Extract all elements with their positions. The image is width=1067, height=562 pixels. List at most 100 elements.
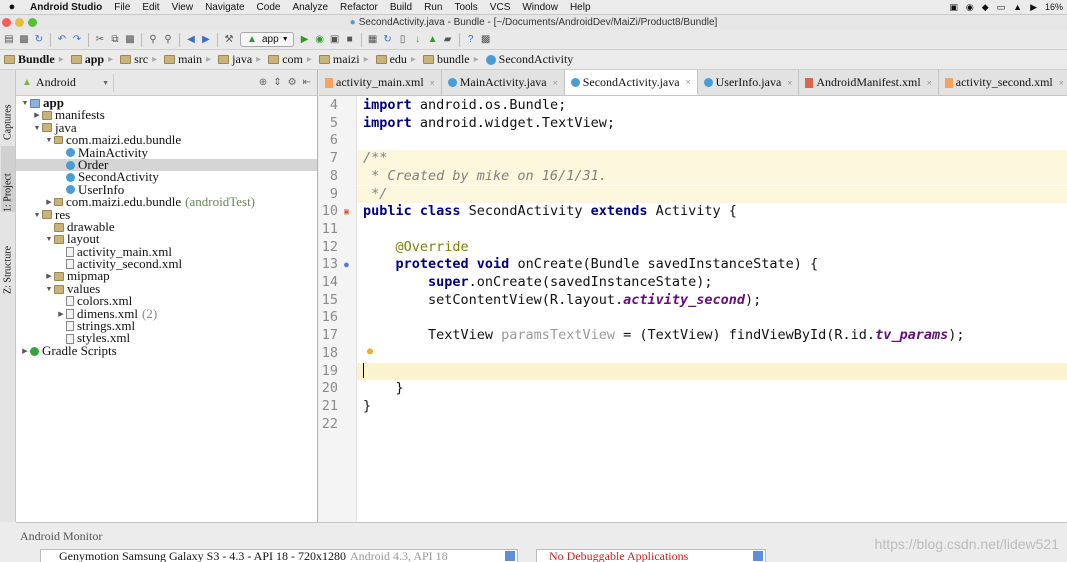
chevron-down-icon[interactable]: ▼: [32, 122, 42, 134]
close-icon[interactable]: ×: [787, 78, 792, 88]
tree-item[interactable]: Order: [16, 158, 317, 172]
hide-panel-icon[interactable]: ⇤: [303, 77, 311, 88]
breadcrumb-item-com[interactable]: com ▸: [264, 52, 315, 67]
sync-icon[interactable]: ↻: [32, 33, 46, 47]
menu-app-name[interactable]: Android Studio: [24, 2, 108, 13]
menu-help[interactable]: Help: [564, 2, 597, 13]
menu-navigate[interactable]: Navigate: [199, 2, 250, 13]
app-process-selector[interactable]: No Debuggable Applications: [536, 549, 766, 562]
menu-view[interactable]: View: [166, 2, 200, 13]
override-gutter-icon[interactable]: ▣: [344, 207, 349, 216]
apple-icon[interactable]: ●: [0, 1, 24, 13]
close-icon[interactable]: ×: [686, 77, 691, 87]
chevron-right-icon[interactable]: ▶: [20, 345, 30, 357]
device-selector[interactable]: Genymotion Samsung Galaxy S3 - 4.3 - API…: [40, 549, 518, 562]
airplay-icon[interactable]: ▭: [997, 2, 1006, 13]
menu-analyze[interactable]: Analyze: [286, 2, 334, 13]
android-device-monitor-icon[interactable]: ▲: [426, 33, 440, 47]
tab-project[interactable]: 1: Project: [1, 146, 15, 212]
menu-refactor[interactable]: Refactor: [334, 2, 384, 13]
stop-icon[interactable]: ■: [343, 33, 357, 47]
save-all-icon[interactable]: ▩: [17, 33, 31, 47]
close-icon[interactable]: ×: [1059, 78, 1064, 88]
tree-item[interactable]: activity_second.xml: [16, 257, 317, 270]
undo-icon[interactable]: ↶: [55, 33, 69, 47]
menu-run[interactable]: Run: [418, 2, 448, 13]
back-icon[interactable]: ◀: [184, 33, 198, 47]
make-project-icon[interactable]: ⚒: [222, 33, 236, 47]
help-icon[interactable]: ?: [464, 33, 478, 47]
notification-icon[interactable]: ◉: [966, 2, 974, 13]
breadcrumb-item-app[interactable]: app ▸: [67, 52, 116, 67]
breadcrumb-item-java[interactable]: java ▸: [214, 52, 264, 67]
breadcrumb-item-edu[interactable]: edu ▸: [372, 52, 419, 67]
close-icon[interactable]: ×: [927, 78, 932, 88]
chevron-down-icon[interactable]: ▼: [44, 233, 54, 245]
close-window-button[interactable]: [2, 18, 11, 27]
redo-icon[interactable]: ↷: [70, 33, 84, 47]
menu-build[interactable]: Build: [384, 2, 418, 13]
zoom-window-button[interactable]: [28, 18, 37, 27]
replace-icon[interactable]: ⚲: [161, 33, 175, 47]
editor-tab[interactable]: UserInfo.java ×: [698, 70, 800, 95]
find-icon[interactable]: ⚲: [146, 33, 160, 47]
tree-item[interactable]: MainActivity: [16, 145, 317, 159]
collapse-all-icon[interactable]: ⇕: [273, 77, 281, 88]
breadcrumb-item-src[interactable]: src ▸: [116, 52, 160, 67]
editor-tab[interactable]: MainActivity.java ×: [442, 70, 565, 95]
breadcrumb-item-maizi[interactable]: maizi ▸: [315, 52, 372, 67]
avd-manager-icon[interactable]: ▯: [396, 33, 410, 47]
debug-icon[interactable]: ◉: [313, 33, 327, 47]
close-icon[interactable]: ×: [430, 78, 435, 88]
tree-item[interactable]: ▶ dimens.xml (2): [16, 306, 317, 320]
menu-window[interactable]: Window: [516, 2, 564, 13]
editor-tab[interactable]: SecondActivity.java ×: [564, 70, 698, 95]
chevron-down-icon[interactable]: ▼: [44, 134, 54, 146]
scroll-from-source-icon[interactable]: ⊕: [259, 77, 267, 88]
chevron-right-icon[interactable]: ▶: [44, 196, 54, 208]
tree-item[interactable]: ▶ mipmap: [16, 269, 317, 282]
volume-icon[interactable]: ▶: [1030, 2, 1037, 13]
chevron-right-icon[interactable]: ▶: [56, 308, 66, 320]
paste-icon[interactable]: ▩: [123, 33, 137, 47]
editor-tab[interactable]: AndroidManifest.xml ×: [799, 70, 939, 95]
tree-item[interactable]: ▼ values: [16, 282, 317, 295]
forward-icon[interactable]: ▶: [199, 33, 213, 47]
tree-item[interactable]: colors.xml: [16, 294, 317, 307]
run-icon[interactable]: ▶: [298, 33, 312, 47]
attach-debugger-icon[interactable]: ▣: [328, 33, 342, 47]
menu-code[interactable]: Code: [251, 2, 287, 13]
project-structure-icon[interactable]: ▦: [366, 33, 380, 47]
open-folder-icon[interactable]: ▤: [2, 33, 16, 47]
menu-tools[interactable]: Tools: [448, 2, 483, 13]
menu-vcs[interactable]: VCS: [484, 2, 517, 13]
code-area[interactable]: 4 5 6 7 8 9 10 11 12 13 14 15 16 17 18 19 20 21 22 ▣ ● impor…: [319, 96, 1067, 522]
tree-item[interactable]: ▶ Gradle Scripts: [16, 344, 317, 357]
chevron-right-icon[interactable]: ▶: [44, 270, 54, 282]
editor-tab[interactable]: activity_second.xml ×: [939, 70, 1067, 95]
screen-record-icon[interactable]: ▣: [949, 2, 958, 13]
project-view-selector[interactable]: ▲ Android ▼: [22, 73, 114, 92]
close-icon[interactable]: ×: [553, 78, 558, 88]
tree-item[interactable]: SecondActivity: [16, 170, 317, 184]
lightbulb-icon[interactable]: ●: [367, 346, 373, 357]
chevron-right-icon[interactable]: ▶: [32, 109, 42, 121]
gear-icon[interactable]: ⚙: [288, 77, 297, 88]
sdk-manager-icon[interactable]: ↓: [411, 33, 425, 47]
sync-gradle-icon[interactable]: ↻: [381, 33, 395, 47]
tab-captures[interactable]: Captures: [1, 74, 15, 140]
wifi-icon[interactable]: ▲: [1013, 2, 1022, 12]
minimize-window-button[interactable]: [15, 18, 24, 27]
tree-item[interactable]: ▼ res: [16, 207, 317, 221]
menu-edit[interactable]: Edit: [136, 2, 165, 13]
cut-icon[interactable]: ✂: [93, 33, 107, 47]
breadcrumb-item-bundle[interactable]: Bundle ▸: [0, 52, 67, 67]
presentation-icon[interactable]: ▩: [479, 33, 493, 47]
copy-icon[interactable]: ⧉: [108, 33, 122, 47]
breadcrumb-item-main[interactable]: main ▸: [160, 52, 214, 67]
editor-tab[interactable]: activity_main.xml ×: [319, 70, 442, 95]
tree-item[interactable]: ▼ com.maizi.edu.bundle: [16, 133, 317, 146]
battery-percent[interactable]: 16%: [1045, 2, 1063, 12]
implements-gutter-icon[interactable]: ●: [344, 260, 349, 269]
breadcrumb-item-bundle-pkg[interactable]: bundle ▸: [419, 52, 482, 67]
